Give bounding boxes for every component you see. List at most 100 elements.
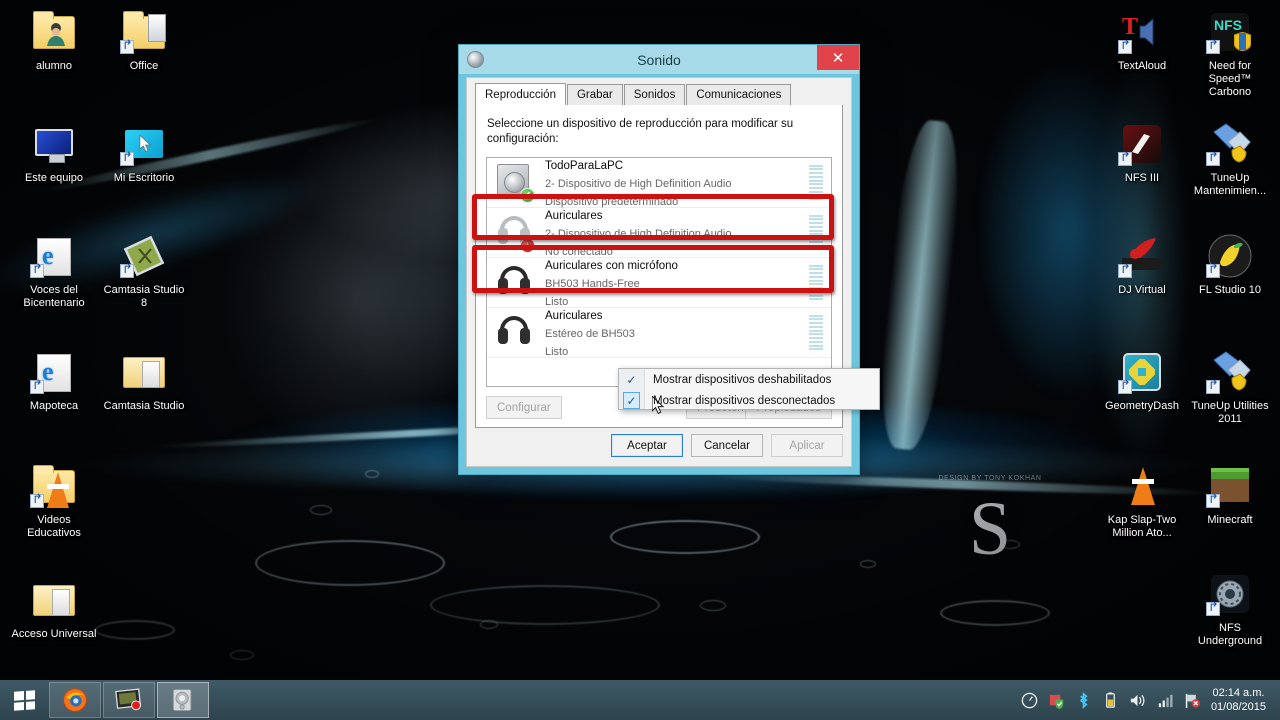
desktop-icon-5[interactable]: Camtasia Studio 8 <box>100 232 188 310</box>
device-state: Listo <box>545 345 569 358</box>
monitor-shape <box>35 129 73 163</box>
cancel-button[interactable]: Cancelar <box>691 434 763 457</box>
desktop-icon-8[interactable]: Kap Slap-Two Million Ato... <box>1098 462 1186 540</box>
desktop-icon-label: GeometryDash <box>1105 400 1179 412</box>
show-desktop-shortcut-icon <box>120 120 168 168</box>
bluetooth-icon[interactable] <box>1074 691 1093 710</box>
nfs-underground-icon <box>1206 570 1254 618</box>
show-hidden-icons-arrow[interactable] <box>1020 691 1039 710</box>
desktop-icon-2[interactable]: Este equipo <box>10 120 98 185</box>
desktop-icon-9[interactable]: Acceso Universal <box>10 576 98 641</box>
shortcut-overlay-icon <box>1118 380 1132 394</box>
taskbar-item-firefox[interactable] <box>49 682 101 718</box>
desktop-icon-label: FL Studio 10 <box>1199 284 1261 296</box>
desktop-icon-label: Camtasia Studio 8 <box>103 284 185 309</box>
taskbar-item-sound[interactable] <box>157 682 209 718</box>
start-button[interactable] <box>0 680 48 720</box>
desktop-icon-8[interactable]: Videos Educativos <box>10 462 98 540</box>
tab-3[interactable]: Comunicaciones <box>686 84 792 105</box>
desktop-icon-6[interactable]: Mapoteca <box>10 348 98 413</box>
desktop-icon-4[interactable]: Voces del Bicentenario <box>10 232 98 310</box>
desktop-icon-7[interactable]: Camtasia Studio <box>100 348 188 413</box>
vlc-media-file-icon <box>1118 462 1166 510</box>
shortcut-overlay-icon <box>1206 40 1220 54</box>
taskbar: 02:14 a.m. 01/08/2015 <box>0 680 1280 720</box>
dialog-footer: Aceptar Cancelar Aplicar <box>475 434 843 458</box>
desktop-icon-label: Videos Educativos <box>27 514 81 539</box>
internet-shortcut-icon <box>30 348 78 396</box>
desktop-icon-label: TextAloud <box>1117 60 1167 72</box>
shortcut-overlay-icon <box>1206 380 1220 394</box>
nfs-carbono-icon: NFS <box>1206 8 1254 56</box>
taskbar-item-camtasia-recorder[interactable] <box>103 682 155 718</box>
desktop-icon-0[interactable]: alumno <box>10 8 98 73</box>
vlc-cone <box>1131 467 1155 505</box>
apply-button[interactable]: Aplicar <box>771 434 843 457</box>
desktop-icon-label: alumno <box>35 60 73 72</box>
device-list-context-menu[interactable]: ✓ Mostrar dispositivos deshabilitados ✓ Mos… <box>618 368 880 410</box>
configure-button[interactable]: Configurar <box>486 396 562 419</box>
network-problem-flag-icon[interactable] <box>1182 691 1201 710</box>
svg-text:NFS: NFS <box>1214 17 1242 33</box>
device-name: Auriculares <box>545 309 603 322</box>
folder-open-icon <box>120 348 168 396</box>
desktop-icon-2[interactable]: NFS III <box>1098 120 1186 185</box>
desktop-icon-label: Need for Speed™ Carbono <box>1208 60 1252 98</box>
close-icon[interactable]: ✕ <box>817 45 859 70</box>
vlc-cone <box>47 472 69 508</box>
desktop-icon-3[interactable]: Mi Escritorio <box>100 120 188 185</box>
shortcut-overlay-icon <box>120 152 134 166</box>
windows-logo-icon <box>13 689 35 711</box>
context-menu-item-1[interactable]: ✓ Mostrar dispositivos desconectados <box>619 390 879 411</box>
network-signal-icon[interactable] <box>1155 691 1174 710</box>
antivirus-shield-icon[interactable] <box>1047 691 1066 710</box>
desktop-icon-label: Camtasia Studio <box>103 400 185 412</box>
desktop-icon-4[interactable]: DJ Virtual <box>1098 232 1186 297</box>
desktop-icon-5[interactable]: FL Studio 10 <box>1186 232 1274 297</box>
fl-studio-icon <box>1206 232 1254 280</box>
desktop-icon-7[interactable]: TuneUp Utilities 2011 <box>1186 348 1274 426</box>
desktop-icon-10[interactable]: NFS Underground <box>1186 570 1274 648</box>
desktop-icon-label: NFS Underground <box>1197 622 1263 647</box>
battery-icon[interactable] <box>1101 691 1120 710</box>
desktop-icon-label: Acceso Universal <box>11 628 97 640</box>
desktop-icon-label: TuneUp Mantenimien... <box>1193 172 1267 197</box>
desktop-icon-1[interactable]: Office <box>100 8 188 73</box>
context-menu-item-0[interactable]: ✓ Mostrar dispositivos deshabilitados <box>619 369 879 390</box>
tab-1[interactable]: Grabar <box>566 84 623 105</box>
ok-button[interactable]: Aceptar <box>611 434 683 457</box>
desktop-icon-1[interactable]: NFS Need for Speed™ Carbono <box>1186 8 1274 99</box>
desktop-icon-0[interactable]: T TextAloud <box>1098 8 1186 73</box>
camtasia-studio-8-icon <box>120 232 168 280</box>
minecraft-icon <box>1206 462 1254 510</box>
tab-2[interactable]: Sonidos <box>623 84 686 105</box>
desktop-icon-3[interactable]: TuneUp Mantenimien... <box>1186 120 1274 198</box>
tab-0[interactable]: Reproducción <box>475 83 566 105</box>
volume-icon[interactable] <box>1128 691 1147 710</box>
desktop-icon-9[interactable]: Minecraft <box>1186 462 1274 527</box>
dialog-titlebar[interactable]: Sonido ✕ <box>459 45 859 74</box>
clock-time: 02:14 a.m. <box>1212 687 1265 699</box>
taskbar-clock[interactable]: 02:14 a.m. 01/08/2015 <box>1205 686 1274 714</box>
desktop-icon-label: Voces del Bicentenario <box>23 284 85 309</box>
internet-shortcut-icon <box>30 232 78 280</box>
shortcut-overlay-icon <box>120 264 134 278</box>
desktop-icon-label: Mapoteca <box>29 400 79 412</box>
desktop-icon-6[interactable]: GeometryDash <box>1098 348 1186 413</box>
device-text: Auriculares Estéreo de BH503 Listo <box>537 306 809 360</box>
shortcut-overlay-icon <box>1206 152 1220 166</box>
desktop-icon-label: Office <box>129 60 159 72</box>
device-name: TodoParaLaPC <box>545 159 623 172</box>
folder-open-shape <box>33 585 75 616</box>
shortcut-overlay-icon <box>30 380 44 394</box>
device-list-item[interactable]: Auriculares Estéreo de BH503 Listo <box>487 308 831 358</box>
annotation-highlight-device-2 <box>472 194 834 240</box>
desktop-icon-label: Kap Slap-Two Million Ato... <box>1107 514 1177 539</box>
desktop-icon-label: NFS III <box>1124 172 1160 184</box>
shortcut-overlay-icon <box>1118 152 1132 166</box>
shortcut-overlay-icon <box>1118 40 1132 54</box>
shortcut-overlay-icon <box>30 494 44 508</box>
shortcut-overlay-icon <box>1206 602 1220 616</box>
desktop-icon-label: Este equipo <box>24 172 84 184</box>
shortcut-overlay-icon <box>1206 494 1220 508</box>
